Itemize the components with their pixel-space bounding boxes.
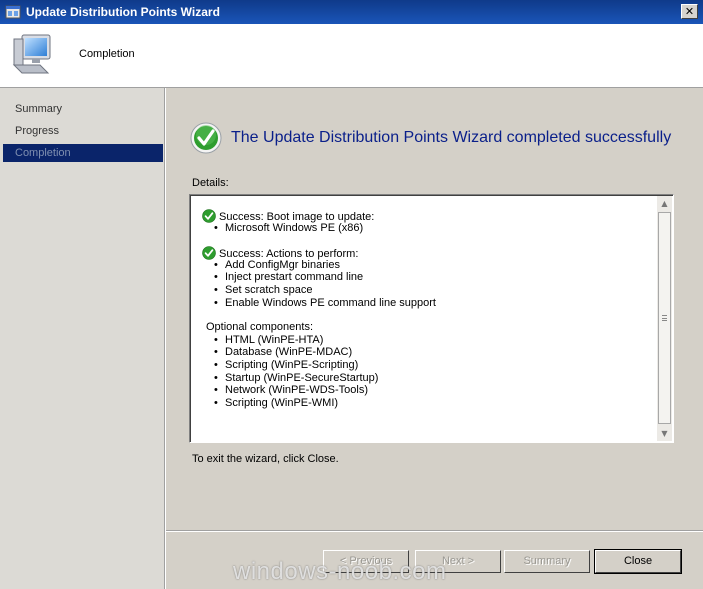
list-item: Scripting (WinPE-WMI): [202, 397, 652, 410]
wizard-app-icon: [5, 5, 21, 19]
details-content: Success: Boot image to update: Microsoft…: [202, 209, 652, 409]
list-item: Network (WinPE-WDS-Tools): [202, 384, 652, 397]
scrollbar-thumb[interactable]: [658, 212, 671, 424]
list-item: Scripting (WinPE-Scripting): [202, 359, 652, 372]
wizard-step-heading: Completion: [79, 48, 135, 60]
list-item: Inject prestart command line: [202, 271, 652, 284]
wizard-step-sidebar: Summary Progress Completion: [0, 88, 165, 589]
summary-button[interactable]: Summary: [504, 550, 590, 573]
close-window-button[interactable]: ✕: [681, 4, 698, 19]
computer-icon: [12, 34, 51, 74]
completion-message: The Update Distribution Points Wizard co…: [231, 129, 672, 146]
details-label: Details:: [192, 177, 229, 189]
sidebar-item-label: Summary: [15, 103, 63, 115]
success-check-icon: [190, 122, 222, 154]
sidebar-item-completion[interactable]: Completion: [3, 144, 163, 162]
title-bar: Update Distribution Points Wizard ✕: [0, 0, 703, 24]
button-bar-divider: [166, 530, 703, 532]
scroll-grip-icon: [662, 315, 667, 321]
close-button[interactable]: Close: [594, 549, 682, 574]
sidebar-item-label: Completion: [15, 147, 71, 159]
window-title: Update Distribution Points Wizard: [26, 5, 220, 19]
sidebar-item-label: Progress: [15, 125, 60, 137]
list-item: Microsoft Windows PE (x86): [202, 222, 652, 235]
details-scrollbar[interactable]: ▲ ▼: [657, 196, 672, 441]
close-icon: ✕: [684, 5, 695, 18]
scroll-down-arrow-icon[interactable]: ▼: [657, 426, 672, 441]
exit-instructions: To exit the wizard, click Close.: [192, 453, 339, 465]
list-item: Set scratch space: [202, 284, 652, 297]
details-section-heading: Success: Boot image to update:: [202, 209, 652, 223]
list-item: Enable Windows PE command line support: [202, 297, 652, 310]
details-section-heading: Optional components:: [206, 321, 314, 334]
sidebar-item-progress[interactable]: Progress: [3, 122, 163, 140]
list-item: HTML (WinPE-HTA): [202, 334, 652, 347]
wizard-header: Completion: [0, 24, 703, 88]
scroll-up-arrow-icon[interactable]: ▲: [657, 196, 672, 211]
details-section-heading: Success: Actions to perform:: [202, 246, 652, 260]
details-textbox[interactable]: Success: Boot image to update: Microsoft…: [189, 194, 674, 443]
list-item: Add ConfigMgr binaries: [202, 259, 652, 272]
watermark-text: windows-noob.com: [233, 558, 447, 585]
list-item: Startup (WinPE-SecureStartup): [202, 372, 652, 385]
list-item: Database (WinPE-MDAC): [202, 346, 652, 359]
sidebar-item-summary[interactable]: Summary: [3, 100, 163, 118]
